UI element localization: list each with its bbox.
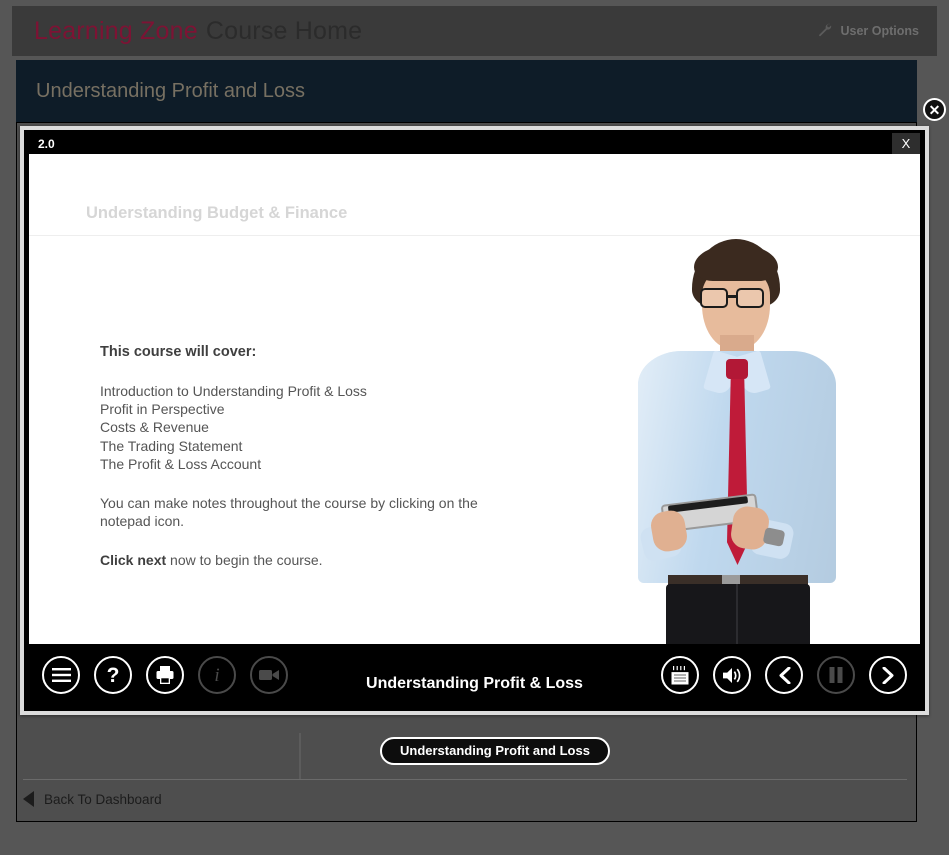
user-options-label: User Options — [840, 24, 920, 38]
slide-content-heading: This course will cover: — [100, 344, 257, 360]
wrench-icon — [817, 22, 832, 40]
info-glyph: i — [214, 664, 220, 686]
slide-heading-rule — [29, 235, 920, 236]
pause-icon[interactable] — [817, 656, 855, 694]
top-header: Learning Zone Course Home User Options — [12, 6, 937, 56]
modal-close-button[interactable]: X — [892, 133, 920, 154]
course-player-modal: 2.0 X Understanding Budget & Finance Thi… — [20, 126, 929, 715]
notepad-icon[interactable] — [661, 656, 699, 694]
slide-cta-text: Click next now to begin the course. — [100, 552, 500, 568]
businessman-with-tablet-photo — [580, 239, 890, 644]
modal-frame: 2.0 X Understanding Budget & Finance Thi… — [24, 130, 925, 711]
brand-name: Learning Zone — [34, 16, 198, 45]
back-to-dashboard-link[interactable]: Back To Dashboard — [23, 791, 162, 807]
slide-topic-list: Introduction to Understanding Profit & L… — [100, 383, 367, 472]
slide-heading: Understanding Budget & Finance — [86, 204, 348, 222]
course-home-page: Learning Zone Course Home User Options U… — [0, 0, 949, 855]
slide-cta-bold: Click next — [100, 552, 167, 569]
menu-icon[interactable] — [42, 656, 80, 694]
toolbar-left-group: ? i — [42, 656, 288, 694]
back-to-dashboard-label: Back To Dashboard — [44, 791, 162, 807]
next-icon[interactable] — [869, 656, 907, 694]
slide-note-text: You can make notes throughout the course… — [100, 495, 478, 529]
course-pill-button[interactable]: Understanding Profit and Loss — [380, 737, 610, 765]
horizontal-divider — [23, 779, 907, 780]
print-icon[interactable] — [146, 656, 184, 694]
course-slide-stage: Understanding Budget & Finance This cour… — [29, 154, 920, 644]
toolbar-title-wrap: Understanding Profit & Loss — [288, 675, 661, 692]
photo-hair-front — [694, 245, 778, 281]
player-toolbar: ? i Understanding Profit & Loss — [29, 644, 920, 706]
brand-logo[interactable]: Learning Zone Course Home — [34, 17, 362, 46]
help-glyph: ? — [106, 663, 120, 687]
photo-tie-knot — [726, 359, 748, 379]
photo-glasses-left — [700, 288, 728, 308]
course-title-band: Understanding Profit and Loss — [16, 60, 917, 122]
modal-titlebar: 2.0 X — [29, 133, 920, 154]
volume-icon[interactable] — [713, 656, 751, 694]
toolbar-right-group — [661, 656, 907, 694]
close-circle-icon[interactable]: ✕ — [923, 98, 946, 121]
photo-trousers — [666, 584, 810, 644]
help-icon[interactable]: ? — [94, 656, 132, 694]
info-icon[interactable]: i — [198, 656, 236, 694]
photo-glasses-bridge — [728, 295, 736, 298]
back-triangle-icon — [23, 791, 34, 807]
player-toolbar-title: Understanding Profit & Loss — [366, 674, 583, 692]
vertical-divider — [299, 733, 301, 779]
slide-cta-rest: now to begin the course. — [166, 552, 323, 569]
page-title: Course Home — [205, 16, 363, 45]
video-camera-icon[interactable] — [250, 656, 288, 694]
slide-text-block: This course will cover: Introduction to … — [100, 344, 500, 568]
photo-trouser-seam — [736, 584, 738, 644]
previous-icon[interactable] — [765, 656, 803, 694]
course-band-title: Understanding Profit and Loss — [36, 79, 306, 102]
user-options-button[interactable]: User Options — [817, 22, 920, 40]
photo-glasses-right — [736, 288, 764, 308]
modal-version-label: 2.0 — [38, 136, 55, 151]
